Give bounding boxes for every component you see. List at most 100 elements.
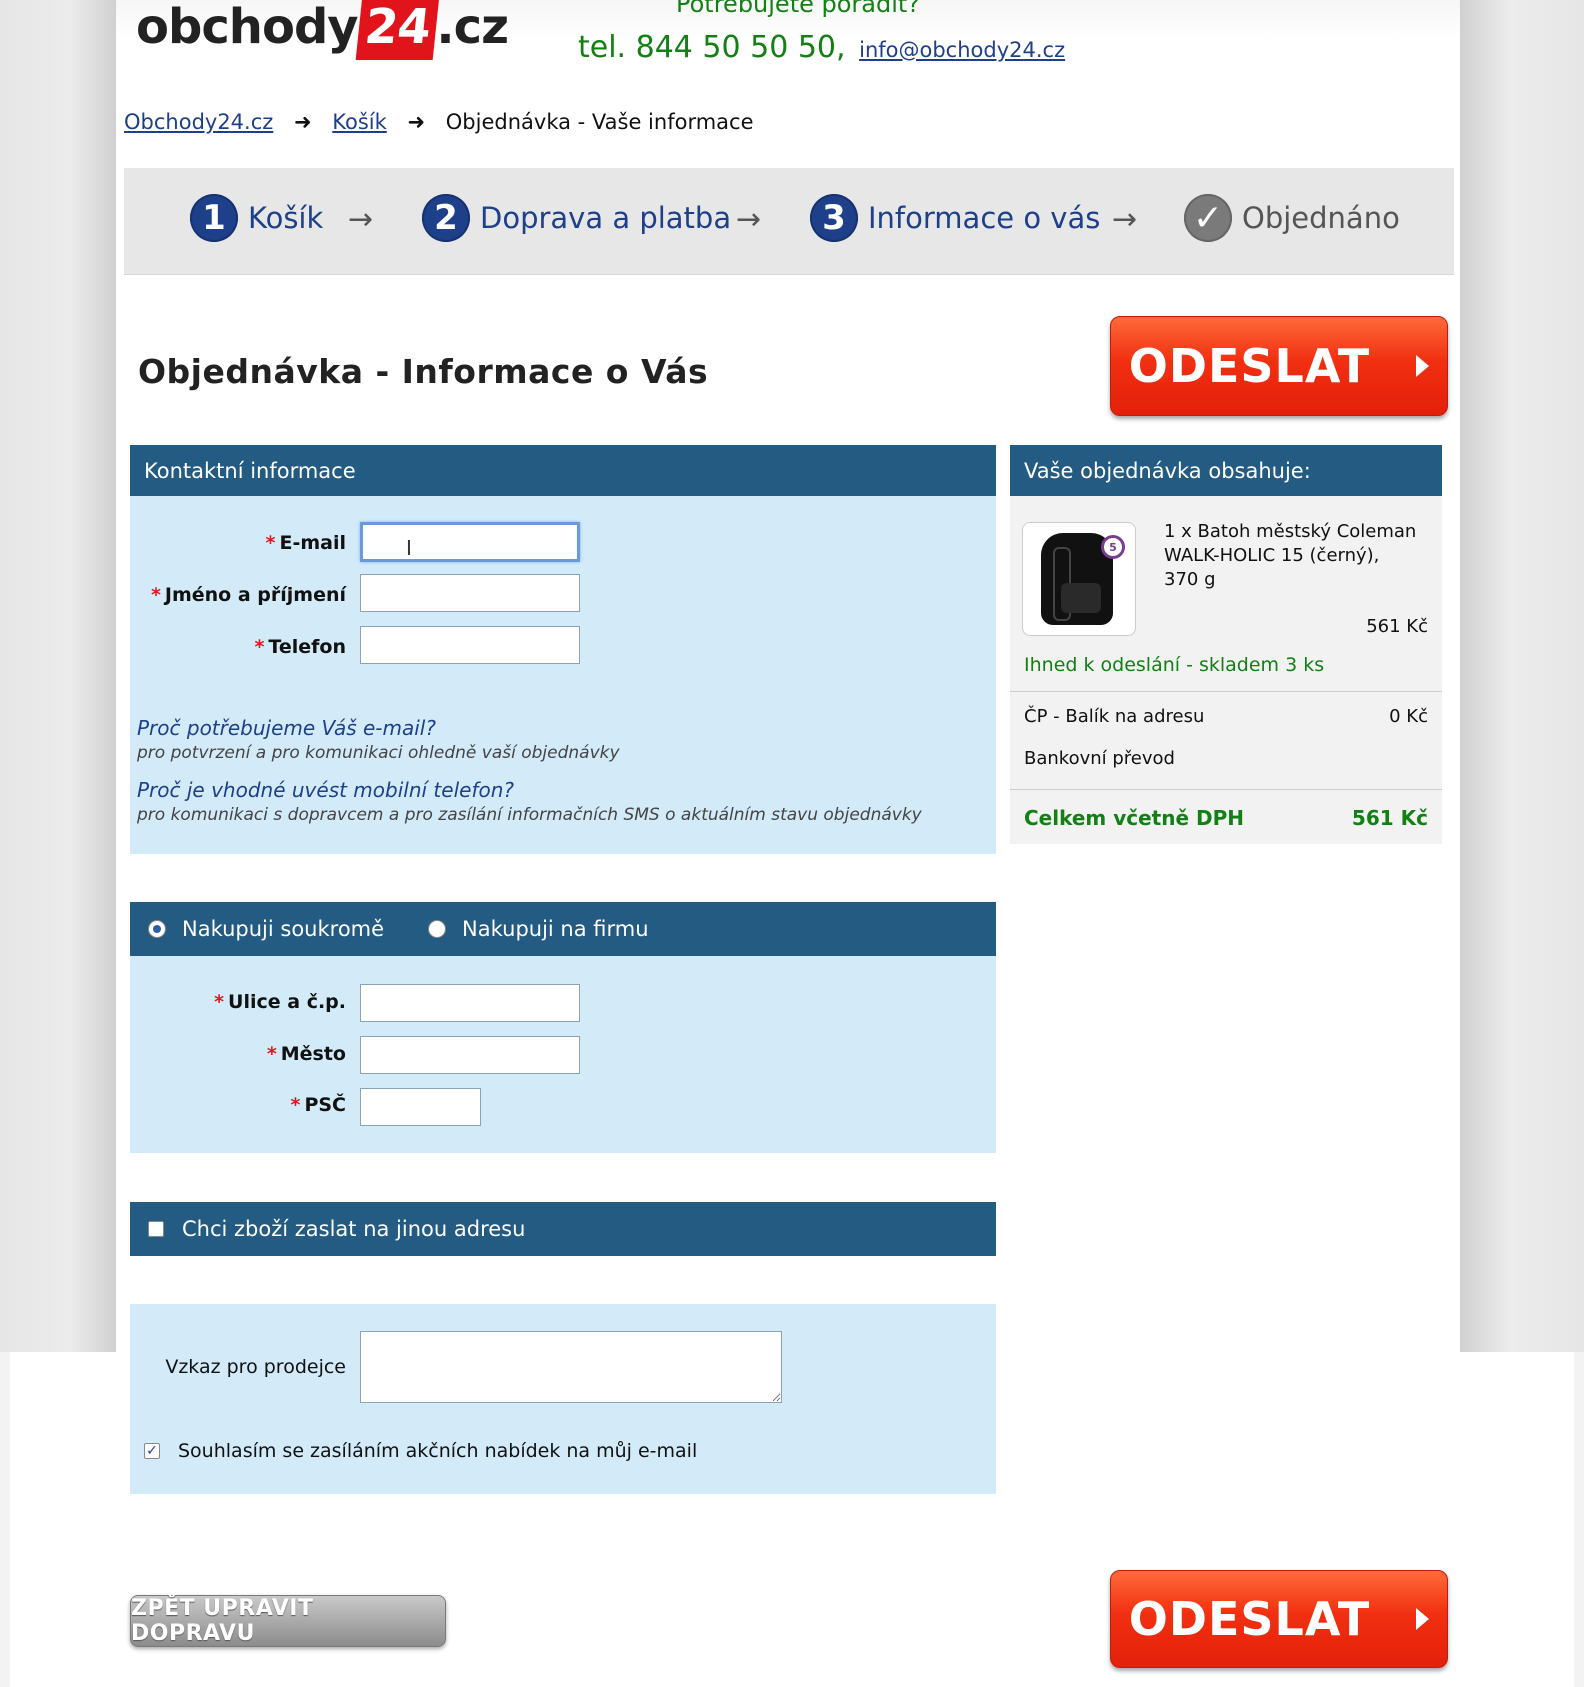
product-name-line: 370 g <box>1164 569 1216 590</box>
site-logo[interactable]: obchody24.cz <box>136 0 509 66</box>
phone-label: * Telefon <box>130 636 346 658</box>
address-panel: * Ulice a č.p. * Město * PSČ <box>130 956 996 1153</box>
divider <box>1010 691 1442 692</box>
city-field[interactable] <box>360 1036 580 1074</box>
radio-private-label[interactable]: Nakupuji soukromě <box>182 917 384 941</box>
submit-button-top[interactable]: ODESLAT <box>1110 316 1448 416</box>
breadcrumb-home[interactable]: Obchody24.cz <box>124 110 273 134</box>
required-mark: * <box>266 1043 277 1065</box>
other-address-checkbox[interactable] <box>148 1221 164 1237</box>
advice-heading: Potřebujete poradit? <box>676 0 921 18</box>
page-background-right <box>1460 0 1584 1352</box>
zip-label-text: PSČ <box>304 1094 346 1116</box>
other-address-heading: Chci zboží zaslat na jinou adresu <box>130 1202 996 1256</box>
email-link[interactable]: info@obchody24.cz <box>859 38 1065 62</box>
product-image[interactable]: 5 <box>1022 522 1136 636</box>
name-field[interactable] <box>360 574 580 612</box>
newsletter-checkbox[interactable]: ✓ <box>144 1443 160 1459</box>
divider <box>1010 789 1442 790</box>
city-label-text: Město <box>280 1043 346 1065</box>
radio-company-label[interactable]: Nakupuji na firmu <box>462 917 649 941</box>
play-arrow-icon <box>1416 355 1430 377</box>
badge-5-icon: 5 <box>1101 535 1125 559</box>
step-arrow-icon: → <box>348 202 374 237</box>
required-mark: * <box>254 636 265 658</box>
step-number-3: 3 <box>810 194 858 242</box>
email-field[interactable] <box>360 522 580 562</box>
contact-phone: tel. 844 50 50 50, info@obchody24.cz <box>578 30 1065 65</box>
name-label-text: Jméno a příjmení <box>164 584 346 606</box>
back-edit-delivery-button[interactable]: ZPĚT UPRAVIT DOPRAVU <box>130 1595 446 1647</box>
city-label: * Město <box>130 1043 346 1065</box>
phone-label-text: Telefon <box>268 636 346 658</box>
submit-button-bottom[interactable]: ODESLAT <box>1110 1570 1448 1668</box>
product-name-line: 1 x Batoh městský Coleman <box>1164 521 1417 542</box>
logo-text-left: obchody <box>136 0 359 55</box>
order-summary-heading: Vaše objednávka obsahuje: <box>1010 445 1442 496</box>
email-hint-answer: pro potvrzení a pro komunikaci ohledně v… <box>137 743 620 763</box>
radio-company[interactable] <box>428 920 447 938</box>
radio-private[interactable] <box>148 920 166 938</box>
step-arrow-icon: → <box>1112 202 1138 237</box>
shipping-label: ČP - Balík na adresu <box>1024 706 1205 727</box>
phone-field[interactable] <box>360 626 580 664</box>
phone-hint-question: Proč je vhodné uvést mobilní telefon? <box>137 778 515 802</box>
street-label: * Ulice a č.p. <box>130 991 346 1013</box>
breadcrumb-arrow-icon: ➜ <box>407 110 426 134</box>
page-background-left <box>0 0 116 1352</box>
contact-panel: * E-mail I * Jméno a příjmení * Telefon Pro… <box>130 496 996 854</box>
message-panel: Vzkaz pro prodejce ✓ Souhlasím se zasílá… <box>130 1304 996 1494</box>
product-price: 561 Kč <box>1366 616 1428 637</box>
page-background-left-lower <box>0 1352 10 1687</box>
email-label-text: E-mail <box>279 532 346 554</box>
other-address-label[interactable]: Chci zboží zaslat na jinou adresu <box>182 1217 525 1241</box>
name-label: * Jméno a příjmení <box>130 584 346 606</box>
breadcrumb-current: Objednávka - Vaše informace <box>445 110 754 134</box>
checkout-steps: 1 Košík → 2 Doprava a platba → 3 Informa… <box>124 168 1454 275</box>
newsletter-label[interactable]: Souhlasím se zasíláním akčních nabídek n… <box>178 1440 697 1462</box>
logo-text-right: .cz <box>436 0 509 55</box>
step-delivery[interactable]: 2 Doprava a platba <box>422 194 731 242</box>
total-label: Celkem včetně DPH <box>1024 806 1245 830</box>
breadcrumb-cart[interactable]: Košík <box>332 110 387 134</box>
breadcrumb: Obchody24.cz ➜ Košík ➜ Objednávka - Vaše… <box>124 110 754 134</box>
step-info: 3 Informace o vás <box>810 194 1100 242</box>
shipping-price: 0 Kč <box>1389 706 1428 727</box>
message-textarea[interactable] <box>360 1331 782 1403</box>
contact-panel-heading: Kontaktní informace <box>130 445 996 496</box>
text-cursor-icon: I <box>406 536 412 560</box>
product-name[interactable]: 1 x Batoh městský Coleman WALK-HOLIC 15 … <box>1164 520 1416 592</box>
product-name-line: WALK-HOLIC 15 (černý), <box>1164 545 1380 566</box>
step-label: Doprava a platba <box>480 201 732 235</box>
phone-hint-answer: pro komunikaci s dopravcem a pro zasílán… <box>137 805 922 825</box>
submit-label: ODESLAT <box>1128 1592 1371 1646</box>
order-summary: 5 1 x Batoh městský Coleman WALK-HOLIC 1… <box>1010 496 1442 844</box>
checkmark-icon: ✓ <box>1184 194 1232 242</box>
step-label: Informace o vás <box>868 201 1101 235</box>
step-number-1: 1 <box>190 194 238 242</box>
zip-field[interactable] <box>360 1088 481 1126</box>
stock-status: Ihned k odeslání - skladem 3 ks <box>1024 654 1325 676</box>
payment-label: Bankovní převod <box>1024 748 1175 769</box>
contact-heading-text: Kontaktní informace <box>144 458 356 483</box>
message-label: Vzkaz pro prodejce <box>165 1356 346 1378</box>
play-arrow-icon <box>1416 1608 1430 1630</box>
step-label: Objednáno <box>1242 201 1400 235</box>
breadcrumb-arrow-icon: ➜ <box>293 110 312 134</box>
newsletter-row: ✓ Souhlasím se zasíláním akčních nabídek… <box>144 1440 697 1462</box>
required-mark: * <box>265 532 276 554</box>
backpack-pocket <box>1061 583 1101 613</box>
buyer-type-heading: Nakupuji soukromě Nakupuji na firmu <box>130 902 996 956</box>
step-cart[interactable]: 1 Košík <box>190 194 323 242</box>
step-ordered: ✓ Objednáno <box>1184 194 1400 242</box>
required-mark: * <box>214 991 225 1013</box>
order-heading-text: Vaše objednávka obsahuje: <box>1024 458 1311 483</box>
page-background-right-lower <box>1574 1352 1584 1687</box>
page-container: obchody24.cz Potřebujete poradit? tel. 8… <box>116 0 1460 1687</box>
step-label: Košík <box>248 201 324 235</box>
email-hint-question: Proč potřebujeme Váš e-mail? <box>137 716 436 740</box>
zip-label: * PSČ <box>130 1094 347 1116</box>
submit-label: ODESLAT <box>1128 339 1371 393</box>
logo-box: 24 <box>355 0 439 60</box>
street-field[interactable] <box>360 984 580 1022</box>
